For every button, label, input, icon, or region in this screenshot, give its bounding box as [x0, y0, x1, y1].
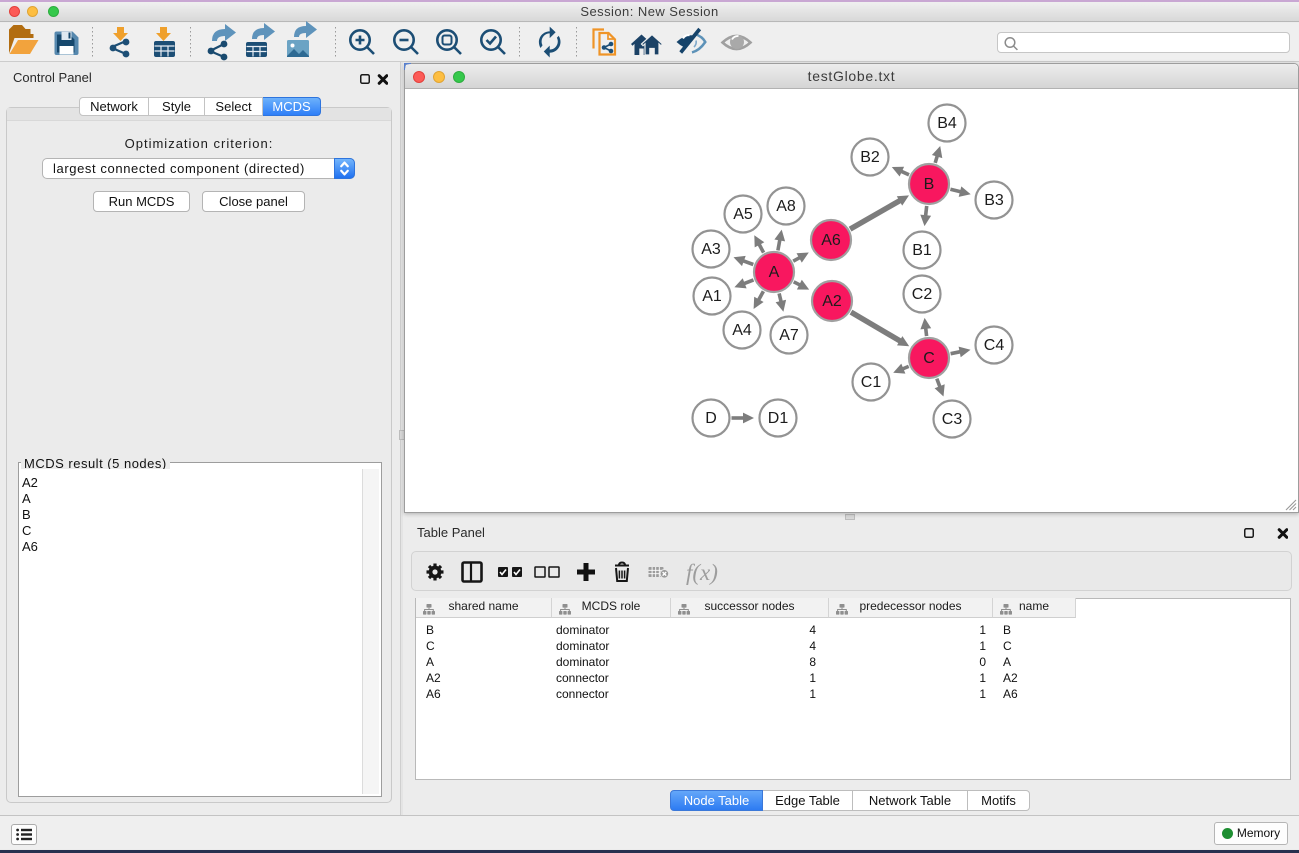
svg-text:B1: B1	[912, 242, 932, 259]
svg-text:C: C	[923, 350, 935, 367]
svg-text:C3: C3	[942, 411, 963, 428]
svg-text:A5: A5	[733, 206, 753, 223]
svg-text:A7: A7	[779, 327, 799, 344]
svg-text:B2: B2	[860, 149, 880, 166]
svg-text:B: B	[924, 176, 935, 193]
svg-text:B4: B4	[937, 115, 957, 132]
svg-text:A1: A1	[702, 288, 722, 305]
svg-text:C2: C2	[912, 286, 933, 303]
svg-text:A8: A8	[776, 198, 796, 215]
svg-text:D1: D1	[768, 410, 789, 427]
svg-text:A2: A2	[822, 293, 842, 310]
svg-text:B3: B3	[984, 192, 1004, 209]
svg-text:A6: A6	[821, 232, 841, 249]
svg-text:C4: C4	[984, 337, 1005, 354]
svg-text:D: D	[705, 410, 717, 427]
svg-text:A: A	[769, 264, 780, 281]
svg-text:f(x): f(x)	[686, 560, 718, 585]
svg-text:C1: C1	[861, 374, 882, 391]
svg-text:A4: A4	[732, 322, 752, 339]
svg-text:A3: A3	[701, 241, 721, 258]
